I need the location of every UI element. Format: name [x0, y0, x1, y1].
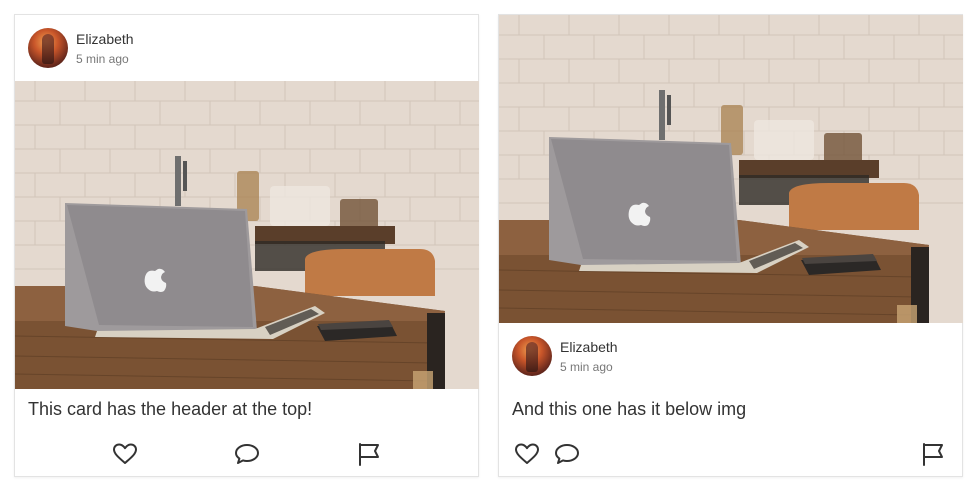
flag-icon[interactable] [356, 441, 382, 467]
card-image [499, 15, 963, 323]
card-caption: This card has the header at the top! [28, 399, 313, 419]
comment-icon[interactable] [234, 441, 260, 467]
card-header: Elizabeth 5 min ago [15, 15, 478, 77]
heart-icon[interactable] [112, 441, 138, 467]
avatar[interactable] [28, 28, 68, 68]
laptop-photo [499, 15, 963, 323]
author-name[interactable]: Elizabeth [76, 31, 134, 47]
card-header-below: Elizabeth 5 min ago And this one has it … [498, 14, 963, 477]
laptop-photo [15, 81, 479, 389]
author-name[interactable]: Elizabeth [560, 339, 618, 355]
card-header-top: Elizabeth 5 min ago This card has the he… [14, 14, 479, 477]
card-caption: And this one has it below img [512, 399, 747, 419]
post-time: 5 min ago [560, 360, 613, 374]
heart-icon[interactable] [514, 441, 540, 467]
card-header: Elizabeth 5 min ago [499, 323, 962, 385]
avatar[interactable] [512, 336, 552, 376]
flag-icon[interactable] [920, 441, 946, 467]
card-image [15, 81, 479, 389]
post-time: 5 min ago [76, 52, 129, 66]
comment-icon[interactable] [554, 441, 580, 467]
